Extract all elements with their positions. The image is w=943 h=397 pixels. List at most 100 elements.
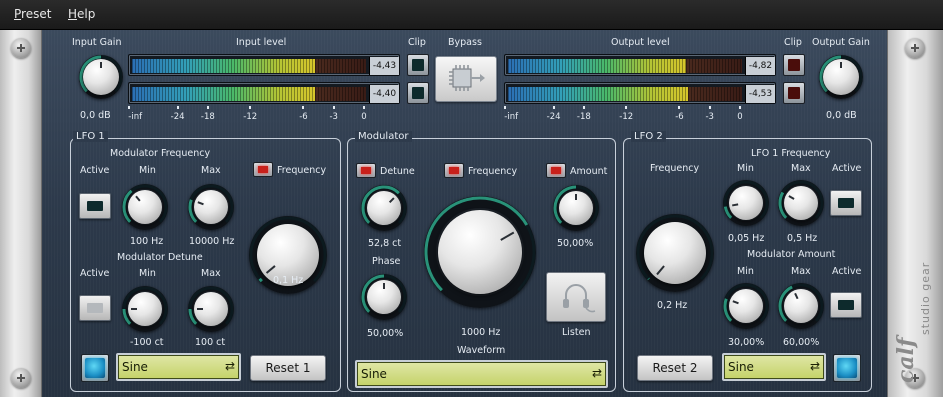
lfo2-min-amount-knob[interactable] [723,283,769,329]
lfo1-max-frequency-value: 10000 Hz [189,236,235,247]
scale-tick [552,106,555,109]
input-level-label: Input level [236,37,287,48]
menu-preset[interactable]: Preset [14,7,51,21]
modulator-phase-knob[interactable] [361,274,407,320]
modulator-waveform-select[interactable]: Sine ⇄ [355,360,608,388]
input-meter-left: -4,43 [128,54,400,76]
scale-tick [362,106,365,109]
lfo1-active-label-2: Active [80,268,110,279]
lfo1-sync-button[interactable] [81,354,109,382]
lfo2-max-frequency-value: 0,5 Hz [787,233,818,244]
lfo2-max-amount-knob[interactable] [778,283,824,329]
modulator-detune-led[interactable] [356,163,376,178]
scale-tick [708,106,711,109]
lfo2-active-label-1: Active [832,163,862,174]
lfo2-max-label-2: Max [791,266,811,277]
output-clip-led-2[interactable] [783,82,805,104]
lfo2-active-label-2: Active [832,266,862,277]
listen-label: Listen [562,327,591,338]
output-meter-scale: -inf -24 -18 -12 -6 -3 0 [504,106,746,126]
modulator-frequency-label: Frequency [468,166,518,177]
output-clip-led-1[interactable] [783,54,805,76]
lfo2-freq-active-toggle[interactable] [830,190,862,216]
modulator-frequency-led[interactable] [444,163,464,178]
lfo2-amount-active-toggle[interactable] [830,292,862,318]
swap-arrows-icon: ⇄ [224,359,235,373]
lfo1-detune-active-toggle[interactable] [79,295,111,321]
scale-label: -24 [170,112,185,122]
scale-label: -18 [200,112,215,122]
lfo2-max-label-1: Max [791,163,811,174]
lfo1-waveform-select[interactable]: Sine ⇄ [116,353,241,381]
rack-ear-left [0,30,42,397]
scale-tick [128,106,131,109]
scale-label: -3 [329,112,338,122]
screw-icon [11,38,31,58]
menu-help[interactable]: Help [68,7,95,21]
scale-tick [332,106,335,109]
lfo1-title: LFO 1 [73,131,108,142]
lfo2-max-lfo1-frequency-knob[interactable] [778,180,824,226]
lfo2-min-label-2: Min [737,266,754,277]
clip-label-left: Clip [408,37,426,48]
menubar: Preset Help [0,0,943,30]
lfo1-frequency-label: Frequency [277,165,327,176]
output-gain-knob[interactable] [819,55,863,99]
lfo1-active-label-1: Active [80,165,110,176]
bypass-button[interactable] [435,56,497,102]
clip-label-right: Clip [784,37,802,48]
lfo1-frequency-led[interactable] [253,162,273,177]
output-meter-right: -4,53 [504,82,776,104]
output-meter-left: -4,82 [504,54,776,76]
lfo2-min-frequency-value: 0,05 Hz [728,233,765,244]
lfo1-max-frequency-knob[interactable] [188,184,234,230]
scale-tick [504,106,507,109]
lfo1-max-detune-knob[interactable] [188,286,234,332]
lfo2-rate-knob[interactable] [636,214,714,292]
lfo2-min-amount-value: 30,00% [728,337,765,348]
modulator-detune-knob[interactable] [361,185,407,231]
listen-button[interactable] [546,272,606,322]
lfo1-max-label-1: Max [201,165,221,176]
scale-tick [249,106,252,109]
lfo1-min-detune-knob[interactable] [122,286,168,332]
lfo2-min-lfo1-frequency-knob[interactable] [723,180,769,226]
scale-label: -12 [243,112,258,122]
scale-label: 0 [361,112,367,122]
input-clip-led-2[interactable] [407,82,429,104]
scale-label: -inf [128,112,143,122]
modulator-waveform-label: Waveform [457,345,506,356]
scale-tick [176,106,179,109]
lfo1-min-label-1: Min [139,165,156,176]
modulator-amount-knob[interactable] [553,185,599,231]
lfo1-min-frequency-knob[interactable] [122,184,168,230]
modulator-frequency-knob[interactable] [424,196,536,308]
lfo1-rate-value: 0,1 Hz [273,275,304,286]
modulator-detune-label: Detune [380,166,415,177]
modulator-title: Modulator [355,131,412,142]
lfo2-sync-button[interactable] [833,354,861,382]
input-clip-led-1[interactable] [407,54,429,76]
modulator-amount-label: Amount [570,166,608,177]
input-gain-label: Input Gain [72,37,122,48]
modulator-amount-value: 50,00% [557,238,594,249]
chip-bypass-icon [449,65,485,91]
input-gain-knob[interactable] [79,55,123,99]
lfo1-max-detune-value: 100 ct [195,337,226,348]
lfo2-reset-button[interactable]: Reset 2 [637,355,713,381]
lfo1-min-label-2: Min [139,268,156,279]
modulator-phase-value: 50,00% [367,328,404,339]
scale-label: -6 [675,112,684,122]
scale-label: -inf [504,112,519,122]
lfo2-min-label-1: Min [737,163,754,174]
lfo1-reset-button[interactable]: Reset 1 [250,355,326,381]
brand-logo: calf studio gear [893,225,937,385]
scale-tick [625,106,628,109]
output-gain-value: 0,0 dB [826,110,857,121]
lfo2-waveform-select[interactable]: Sine ⇄ [722,353,826,381]
lfo1-max-label-2: Max [201,268,221,279]
modulator-amount-led[interactable] [546,163,566,178]
lfo1-freq-active-toggle[interactable] [79,193,111,219]
input-meter-right: -4,40 [128,82,400,104]
lfo2-frequency-label: Frequency [650,163,700,174]
